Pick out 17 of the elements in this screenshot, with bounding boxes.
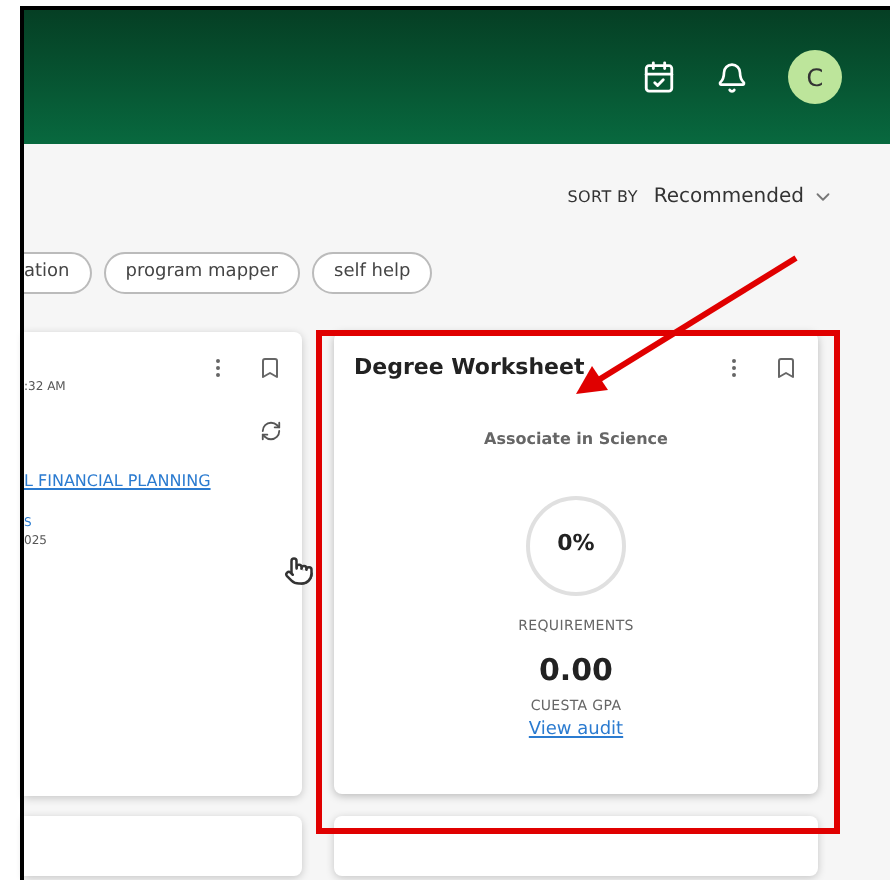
bell-icon[interactable] [716, 61, 748, 93]
gpa-value: 0.00 [538, 656, 613, 686]
view-audit-link[interactable]: View audit [528, 717, 624, 744]
card-link[interactable]: L FINANCIAL PLANNING [24, 470, 282, 494]
program-name: Associate in Science [484, 427, 668, 451]
card-title: Degree Worksheet [354, 352, 585, 384]
refresh-icon[interactable] [260, 420, 282, 442]
progress-percent: 0% [557, 528, 595, 561]
bookmark-icon[interactable] [258, 356, 282, 380]
filter-chip[interactable]: self help [312, 252, 433, 294]
filter-chip[interactable]: ation [24, 252, 92, 294]
bookmark-icon[interactable] [774, 356, 798, 381]
user-avatar[interactable]: C [788, 50, 842, 104]
filter-chip[interactable]: program mapper [103, 252, 300, 294]
sort-dropdown[interactable]: Recommended [653, 182, 834, 212]
calendar-check-icon[interactable] [642, 60, 676, 94]
sort-label: SORT BY [567, 185, 638, 209]
